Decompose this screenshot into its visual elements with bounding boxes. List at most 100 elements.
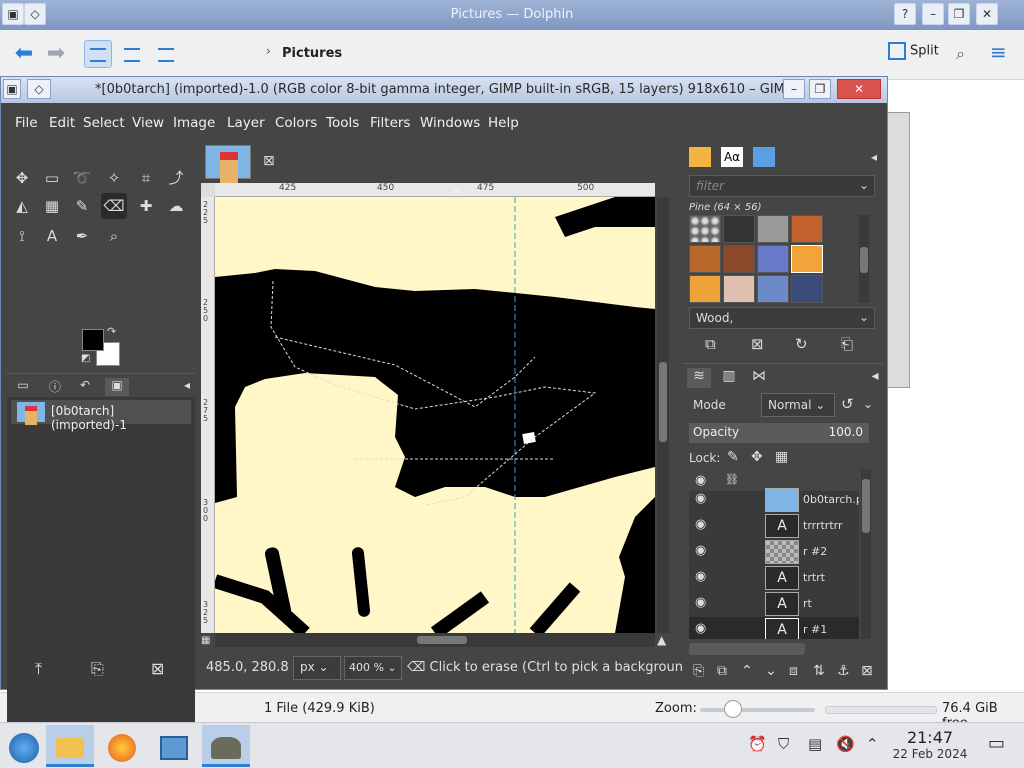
pattern-swatch[interactable] [689,245,721,273]
split-button[interactable]: Split [888,42,939,60]
opacity-slider[interactable]: Opacity 100.0 [689,423,869,443]
dock-menu-icon[interactable]: ◂ [175,378,199,396]
menu-image[interactable]: Image [173,115,215,131]
lock-alpha-icon[interactable]: ▦ [775,449,788,465]
move-tool-icon[interactable]: ✥ [9,165,35,191]
help-icon[interactable]: ? [894,3,916,25]
patterns-scrollbar[interactable] [859,215,869,303]
bucket-fill-icon[interactable]: ◭ [9,193,35,219]
scrollbar-thumb[interactable] [659,362,667,442]
scrollbar-thumb[interactable] [417,636,467,644]
layers-scrollbar[interactable] [861,469,871,639]
duplicate-layer-icon[interactable]: ⧈ [789,663,798,679]
pattern-swatch[interactable] [757,245,789,273]
delete-layer-icon[interactable]: ⊠ [861,663,873,679]
clipboard-icon[interactable]: ▤ [808,735,822,753]
lasso-icon[interactable]: ➰ [69,165,95,191]
expand-tray-icon[interactable]: ⌃ [866,735,879,753]
list-item[interactable]: [0b0tarch] (imported)-1 [11,400,191,432]
scrollbar-thumb[interactable] [860,247,868,273]
menu-tools[interactable]: Tools [326,115,359,131]
zoom-to-fit-icon[interactable]: ▦ [201,635,210,646]
menu-select[interactable]: Select [83,115,125,131]
eraser-icon[interactable]: ⌫ [101,193,127,219]
pattern-swatch[interactable] [791,215,823,243]
chevron-down-icon[interactable]: ⌄ [859,310,869,324]
vertical-ruler[interactable]: 225 250 275 300 325 [201,197,215,633]
device-status-tab-icon[interactable]: ⓘ [43,378,67,396]
merge-layer-icon[interactable]: ⇅ [813,663,825,679]
close-icon[interactable]: ✕ [976,3,998,25]
channels-tab-icon[interactable]: ▥ [717,368,741,388]
zoom-slider-handle[interactable] [724,700,742,718]
chevron-down-icon[interactable]: ⌄ [863,397,873,411]
default-colors-icon[interactable]: ◩ [81,353,90,364]
raise-layer-icon[interactable]: ⌃ [741,663,753,679]
pattern-filter-input[interactable]: filter [689,175,875,197]
navigate-icon[interactable]: ⌕ [453,183,460,198]
new-group-icon[interactable]: ⧉ [717,663,727,679]
chevron-down-icon[interactable]: ⌄ [859,178,869,192]
new-layer-icon[interactable]: ⎘ [693,663,704,679]
menu-view[interactable]: View [132,115,164,131]
horizontal-scrollbar[interactable] [215,633,655,647]
lock-position-icon[interactable]: ✥ [751,449,763,465]
breadcrumb[interactable]: Pictures [282,46,342,61]
paintbrush-icon[interactable]: ✎ [69,193,95,219]
pattern-swatch[interactable] [791,245,823,273]
search-icon[interactable]: ⌕ [956,44,965,64]
menu-filters[interactable]: Filters [370,115,410,131]
gimp-app-icon[interactable]: ▣ [3,79,21,99]
menu-layer[interactable]: Layer [227,115,265,131]
dock-menu-icon[interactable]: ◂ [863,368,887,388]
anchor-icon[interactable]: ⚓ [837,663,850,679]
minimize-icon[interactable]: – [783,79,805,99]
forward-arrow-icon[interactable]: ➡ [42,40,70,68]
scrollbar-thumb[interactable] [862,479,870,533]
eye-icon[interactable]: ◉ [695,569,713,584]
lock-pixels-icon[interactable]: ✎ [727,449,739,465]
open-pattern-icon[interactable]: ⎗ [841,335,853,353]
rect-select-icon[interactable]: ▭ [39,165,65,191]
eye-icon[interactable]: ◉ [695,517,713,532]
lower-layer-icon[interactable]: ⌄ [765,663,777,679]
show-desktop-icon[interactable]: ▭ [988,733,1005,754]
fuzzy-select-icon[interactable]: ✧ [101,165,127,191]
table-row[interactable]: ◉ A rt [689,591,859,617]
pattern-swatch[interactable] [689,215,721,243]
volume-muted-icon[interactable]: 🔇 [836,735,855,753]
foreground-color[interactable] [82,329,104,351]
maximize-icon[interactable]: ❐ [948,3,970,25]
mode-reset-icon[interactable]: ↺ [841,395,854,413]
layer-mode-select[interactable]: Normal ⌄ [761,393,835,417]
zoom-select[interactable]: 400 % ⌄ [344,656,402,680]
menu-edit[interactable]: Edit [49,115,75,131]
table-row[interactable]: ◉ A r #1 [689,617,859,639]
tool-options-tab-icon[interactable]: ▭ [11,378,35,396]
swap-colors-icon[interactable]: ↷ [107,325,116,338]
close-tab-icon[interactable]: ⊠ [263,153,275,169]
eye-icon[interactable]: ◉ [695,621,713,636]
pattern-swatch[interactable] [723,275,755,303]
duplicate-pattern-icon[interactable]: ⧉ [705,335,716,353]
color-picker-icon[interactable]: ✒ [69,223,95,249]
table-row[interactable]: ◉ A trrrtrtrr [689,513,859,539]
dolphin-taskbar-icon[interactable] [46,725,94,767]
layers-tab-icon[interactable]: ≋ [687,368,711,388]
details-view-button[interactable] [152,40,180,68]
paths-icon[interactable]: ⟟ [9,223,35,249]
gimp-window-menu-icon[interactable]: ◇ [27,79,51,99]
minimize-icon[interactable]: – [922,3,944,25]
smudge-icon[interactable]: ☁ [163,193,189,219]
pattern-tag-select[interactable]: Wood, [689,307,875,329]
unit-select[interactable]: px ⌄ [293,656,341,680]
undo-history-tab-icon[interactable]: ↶ [73,378,97,396]
update-icon[interactable]: ⛉ [778,735,789,753]
gimp-taskbar-icon[interactable] [202,725,250,767]
dock-menu-icon[interactable]: ◂ [863,147,885,167]
images-tab-icon[interactable]: ▣ [105,378,129,396]
eye-icon[interactable]: ◉ [695,543,713,558]
table-row[interactable]: ◉ A trtrt [689,565,859,591]
patterns-tab-icon[interactable] [689,147,711,167]
delete-image-icon[interactable]: ⊠ [151,659,164,678]
